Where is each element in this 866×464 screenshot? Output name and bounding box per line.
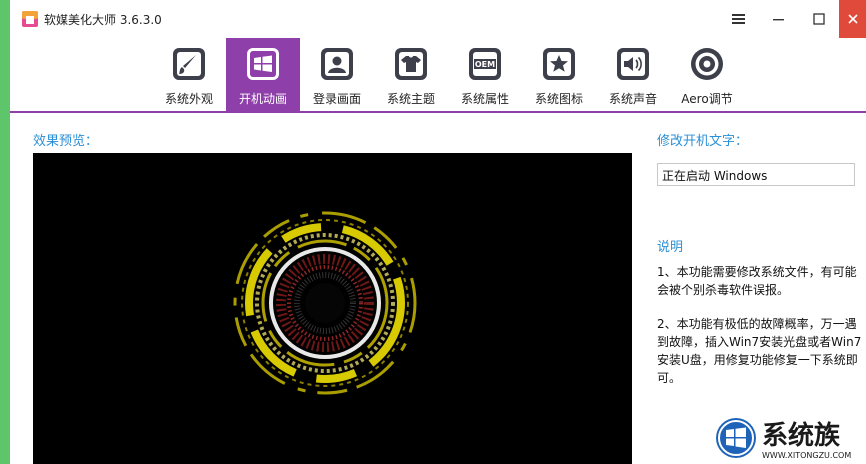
tab-label: 登录画面 — [312, 92, 361, 106]
watermark-brand: 系统族 — [762, 420, 841, 451]
tab-label: 系统属性 — [460, 92, 509, 106]
close-icon — [847, 14, 858, 24]
watermark: 系统族 WWW.XITONGZU.COM — [714, 410, 866, 464]
description-paragraph-2: 2、本功能有极低的故障概率，万一遇到故障，插入Win7安装光盘或者Win7安装U… — [657, 317, 862, 385]
window-title: 软媒美化大师 3.6.3.0 — [44, 13, 162, 27]
tab-system-theme[interactable]: 系统主题 — [374, 38, 448, 111]
tab-system-appearance[interactable]: 系统外观 — [152, 38, 226, 111]
title-bar: 软媒美化大师 3.6.3.0 — [10, 0, 866, 38]
app-logo-icon — [22, 11, 38, 27]
hamburger-menu-icon — [732, 14, 745, 24]
tab-label: 系统声音 — [608, 92, 657, 106]
minimize-button[interactable] — [759, 0, 799, 38]
description-title: 说明 — [657, 240, 684, 255]
tab-login-screen[interactable]: 登录画面 — [300, 38, 374, 111]
maximize-button[interactable] — [799, 0, 839, 38]
xitongzu-logo: 系统族 WWW.XITONGZU.COM — [716, 418, 851, 460]
boot-text-input[interactable]: 正在启动 Windows — [657, 163, 855, 186]
boot-text-label: 修改开机文字： — [657, 134, 749, 149]
tab-system-properties[interactable]: OEM 系统属性 — [448, 38, 522, 111]
speaker-icon — [617, 48, 649, 80]
boot-animation-graphic — [233, 211, 417, 395]
aero-target-icon — [691, 48, 723, 80]
oem-icon: OEM — [469, 48, 501, 80]
menu-button[interactable] — [719, 0, 759, 38]
minimize-icon — [773, 19, 784, 21]
tab-system-sounds[interactable]: 系统声音 — [596, 38, 670, 111]
toolbar-divider — [10, 111, 866, 113]
description-paragraph-1: 1、本功能需要修改系统文件，有可能会被个别杀毒软件误报。 — [657, 265, 857, 297]
tab-system-icons[interactable]: 系统图标 — [522, 38, 596, 111]
tab-label: 系统图标 — [534, 92, 583, 106]
tshirt-icon — [395, 48, 427, 80]
app-window: 软媒美化大师 3.6.3.0 系统外观 开机动画 登录画面 系统主题 OEM 系… — [10, 0, 866, 464]
close-button[interactable] — [839, 0, 866, 38]
tab-label: 系统外观 — [164, 92, 213, 106]
maximize-icon — [813, 13, 825, 25]
tab-aero-adjust[interactable]: Aero调节 — [670, 38, 744, 111]
watermark-url: WWW.XITONGZU.COM — [762, 451, 851, 460]
boot-animation-preview — [33, 153, 632, 464]
paintbrush-icon — [173, 48, 205, 80]
star-icon — [543, 48, 575, 80]
tab-boot-animation[interactable]: 开机动画 — [226, 38, 300, 111]
user-icon — [321, 48, 353, 80]
tab-label: 系统主题 — [386, 92, 435, 106]
tab-label: 开机动画 — [238, 92, 287, 106]
oem-text: OEM — [475, 60, 495, 69]
main-toolbar: 系统外观 开机动画 登录画面 系统主题 OEM 系统属性 系统图标 系统声音 A… — [10, 38, 866, 111]
preview-label: 效果预览： — [33, 134, 99, 149]
windows-logo-icon — [247, 48, 279, 80]
tab-label: Aero调节 — [681, 92, 733, 106]
